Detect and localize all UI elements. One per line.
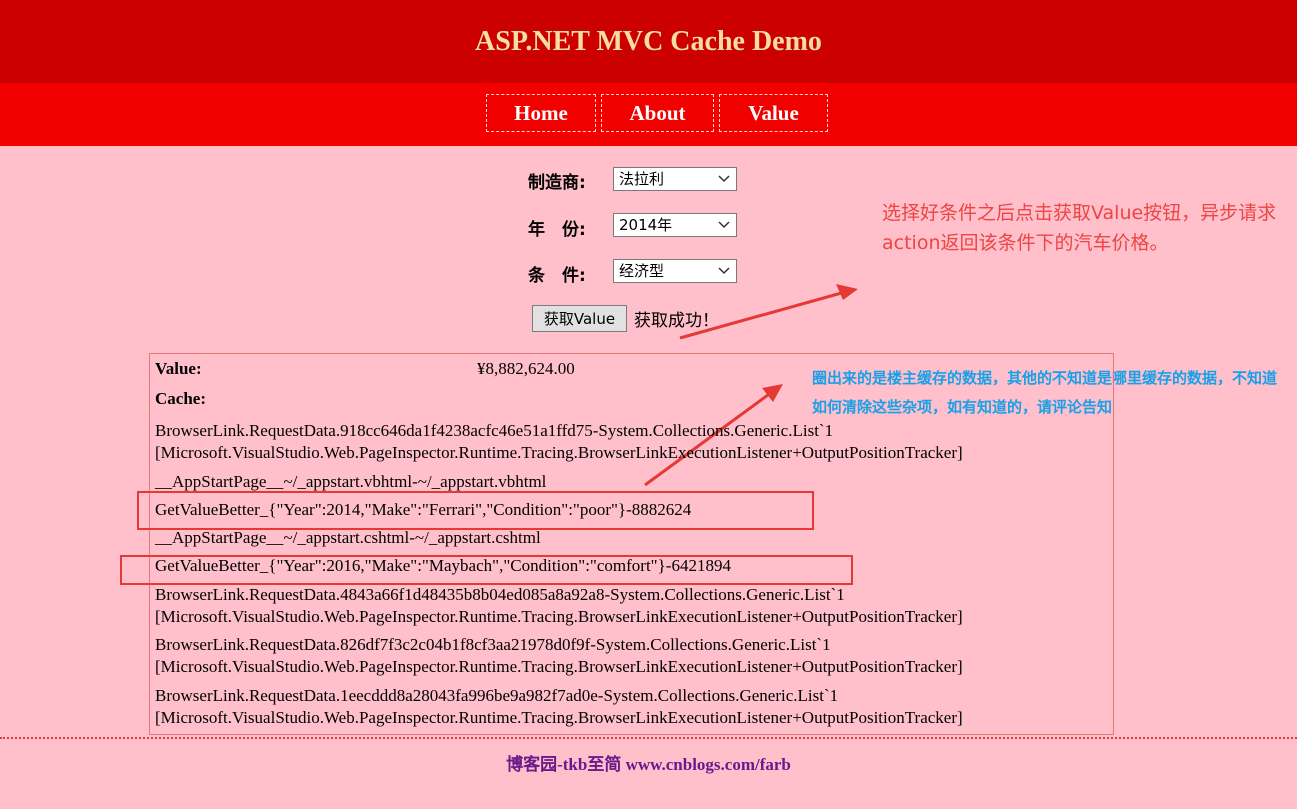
cache-line: [Microsoft.VisualStudio.Web.PageInspecto… (155, 708, 963, 727)
highlight-box-2 (120, 555, 853, 585)
cache-line: __AppStartPage__~/_appstart.vbhtml-~/_ap… (155, 472, 547, 491)
cache-line: BrowserLink.RequestData.918cc646da1f4238… (155, 421, 834, 440)
highlight-box-1 (137, 491, 814, 530)
value-amount: ¥8,882,624.00 (477, 359, 575, 378)
cache-line: [Microsoft.VisualStudio.Web.PageInspecto… (155, 443, 963, 462)
cache-line: BrowserLink.RequestData.1eecddd8a28043fa… (155, 686, 839, 705)
cache-line: [Microsoft.VisualStudio.Web.PageInspecto… (155, 607, 963, 626)
cache-line: BrowserLink.RequestData.826df7f3c2c04b1f… (155, 635, 831, 654)
cache-label: Cache: (155, 389, 206, 408)
value-label: Value: (155, 359, 202, 378)
cache-line: __AppStartPage__~/_appstart.cshtml-~/_ap… (155, 528, 541, 547)
footer-text: 博客园-tkb至简 www.cnblogs.com/farb (506, 755, 791, 774)
cache-line: BrowserLink.RequestData.4843a66f1d48435b… (155, 585, 845, 604)
cache-line: [Microsoft.VisualStudio.Web.PageInspecto… (155, 657, 963, 676)
annotation-arrow-1 (679, 290, 846, 340)
annotation-arrowhead-1 (836, 284, 858, 300)
footer-divider (0, 737, 1297, 739)
